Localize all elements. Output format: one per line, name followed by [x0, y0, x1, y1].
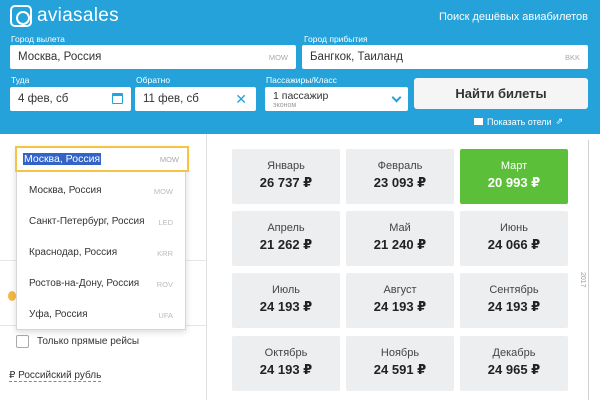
month-price: 24 193 ₽: [259, 299, 313, 314]
month-cell[interactable]: Июнь 24 066 ₽: [460, 211, 568, 266]
option-city: Санкт-Петербург, Россия: [29, 216, 145, 227]
month-price: 23 093 ₽: [373, 175, 427, 190]
autocomplete-option[interactable]: Краснодар, Россия KRR: [17, 237, 185, 268]
month-cell[interactable]: Октябрь 24 193 ₽: [232, 336, 340, 391]
depart-date-field[interactable]: 4 фев, сб: [10, 87, 131, 111]
depart-label: Туда: [11, 75, 30, 85]
month-price: 26 737 ₽: [259, 175, 313, 190]
passengers-select[interactable]: 1 пассажир эконом: [265, 87, 408, 111]
month-cell[interactable]: Апрель 21 262 ₽: [232, 211, 340, 266]
autocomplete-option[interactable]: Ростов-на-Дону, Россия ROV: [17, 268, 185, 299]
year-axis: [588, 140, 589, 400]
month-cell[interactable]: Январь 26 737 ₽: [232, 149, 340, 204]
option-code: ROV: [156, 280, 173, 289]
month-name: Июнь: [500, 222, 528, 234]
search-tickets-button[interactable]: Найти билеты: [414, 78, 588, 109]
autocomplete-option[interactable]: Москва, Россия MOW: [17, 175, 185, 206]
show-hotels-toggle[interactable]: Показать отели ⇗: [474, 116, 563, 127]
month-name: Апрель: [267, 222, 305, 234]
month-price: 24 193 ₽: [373, 299, 427, 314]
month-cell[interactable]: Ноябрь 24 591 ₽: [346, 336, 454, 391]
option-code: MOW: [153, 187, 173, 196]
month-cell[interactable]: Май 21 240 ₽: [346, 211, 454, 266]
option-city: Уфа, Россия: [29, 309, 88, 320]
month-price: 24 193 ₽: [487, 299, 541, 314]
month-price: 21 240 ₽: [373, 237, 427, 252]
month-price: 24 591 ₽: [373, 362, 427, 377]
direct-flights-checkbox[interactable]: [16, 335, 29, 348]
month-cell[interactable]: Август 24 193 ₽: [346, 273, 454, 328]
direct-flights-filter[interactable]: Только прямые рейсы: [16, 335, 139, 348]
tagline: Поиск дешёвых авиабилетов: [438, 11, 588, 23]
slider-handle[interactable]: [8, 291, 16, 301]
option-city: Москва, Россия: [29, 185, 102, 196]
month-name: Август: [383, 284, 417, 296]
autocomplete-option[interactable]: Уфа, Россия UFA: [17, 299, 185, 330]
month-name: Март: [500, 160, 528, 172]
search-header: aviasales Поиск дешёвых авиабилетов Горо…: [0, 0, 600, 134]
external-link-icon: ⇗: [555, 116, 564, 126]
option-code: UFA: [158, 311, 173, 320]
autocomplete-option[interactable]: Санкт-Петербург, Россия LED: [17, 206, 185, 237]
currency-selector[interactable]: ₽ Российский рубль: [9, 370, 102, 382]
origin-label: Город вылета: [11, 34, 65, 44]
option-city: Краснодар, Россия: [29, 247, 118, 258]
direct-flights-label: Только прямые рейсы: [37, 336, 140, 347]
depart-date-value: 4 фев, сб: [18, 93, 69, 105]
month-cell[interactable]: Март 20 993 ₽: [460, 149, 568, 204]
envelope-icon: [474, 118, 483, 125]
month-cell[interactable]: Декабрь 24 965 ₽: [460, 336, 568, 391]
month-name: Сентябрь: [489, 284, 539, 296]
origin-value: Москва, Россия: [18, 51, 102, 63]
show-hotels-label: Показать отели: [487, 116, 552, 127]
month-price: 24 965 ₽: [487, 362, 541, 377]
month-price: 24 066 ₽: [487, 237, 541, 252]
month-price: 24 193 ₽: [259, 362, 313, 377]
calendar-icon[interactable]: [112, 93, 123, 104]
month-name: Ноябрь: [380, 347, 420, 359]
logo[interactable]: aviasales: [10, 5, 119, 27]
return-date-value: 11 фев, сб: [143, 93, 199, 105]
return-date-field[interactable]: 11 фев, сб ✕: [135, 87, 256, 111]
destination-field[interactable]: Бангкок, Таиланд BKK: [302, 45, 588, 69]
option-code: KRR: [157, 249, 173, 258]
cabin-class-value: эконом: [273, 102, 297, 109]
option-code: LED: [158, 218, 173, 227]
clear-date-icon[interactable]: ✕: [235, 92, 247, 106]
month-cell[interactable]: Февраль 23 093 ₽: [346, 149, 454, 204]
month-cell[interactable]: Сентябрь 24 193 ₽: [460, 273, 568, 328]
brand-name: aviasales: [37, 5, 119, 26]
month-name: Декабрь: [492, 347, 536, 359]
month-name: Июль: [271, 284, 301, 296]
origin-input-code: MOW: [159, 155, 179, 164]
origin-field[interactable]: Москва, Россия MOW: [10, 45, 296, 69]
origin-autocomplete-input[interactable]: Москва, Россия MOW: [15, 146, 189, 172]
month-name: Январь: [267, 160, 305, 172]
month-name: Октябрь: [264, 347, 308, 359]
origin-code: MOW: [268, 53, 288, 62]
passengers-label: Пассажиры/Класс: [266, 75, 337, 85]
month-name: Февраль: [377, 160, 423, 172]
destination-code: BKK: [564, 53, 580, 62]
destination-value: Бангкок, Таиланд: [310, 51, 403, 63]
origin-input-text: Москва, Россия: [23, 153, 102, 165]
destination-label: Город прибытия: [304, 34, 368, 44]
option-city: Ростов-на-Дону, Россия: [29, 278, 140, 289]
return-label: Обратно: [136, 75, 171, 85]
month-cell[interactable]: Июль 24 193 ₽: [232, 273, 340, 328]
month-price: 20 993 ₽: [487, 175, 541, 190]
chevron-down-icon: [391, 92, 402, 103]
month-price: 21 262 ₽: [259, 237, 313, 252]
aviasales-logo-icon: [10, 5, 32, 27]
passengers-value: 1 пассажир: [273, 90, 329, 102]
year-label: 2017: [579, 272, 586, 288]
origin-autocomplete: Москва, Россия MOW Москва, Россия MOW Санк…: [15, 146, 189, 330]
month-name: Май: [389, 222, 411, 234]
